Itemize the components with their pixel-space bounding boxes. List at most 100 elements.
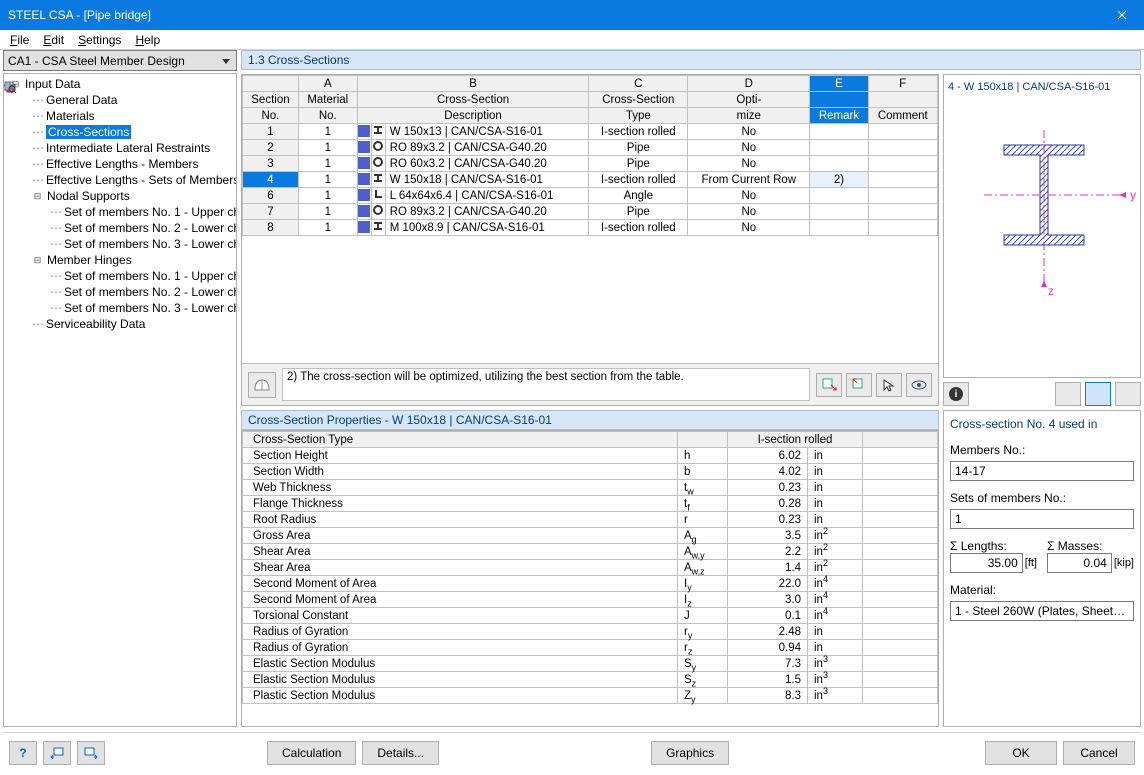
properties-grid[interactable]: Cross-Section TypeI-section rolledSectio… bbox=[241, 430, 939, 727]
tree-item[interactable]: ⋯Intermediate Lateral Restraints bbox=[4, 140, 236, 156]
color-swatch-icon bbox=[358, 157, 370, 169]
property-row[interactable]: Second Moment of AreaIz3.0in4 bbox=[243, 592, 938, 608]
eye-icon bbox=[911, 379, 927, 391]
property-row[interactable]: Shear AreaAw,z1.4in2 bbox=[243, 560, 938, 576]
tree-bullet-icon: ⋯ bbox=[50, 221, 60, 235]
section-shape-icon bbox=[371, 172, 385, 188]
nav-tree[interactable]: ⊟Input Data⋯General Data⋯Materials⋯Cross… bbox=[3, 73, 237, 727]
tree-item[interactable]: ⊟Nodal Supports bbox=[4, 188, 236, 204]
cancel-button[interactable]: Cancel bbox=[1063, 741, 1135, 765]
tree-item[interactable]: ⊟Input Data bbox=[4, 76, 236, 92]
details-button[interactable]: Details... bbox=[362, 741, 439, 765]
ok-button[interactable]: OK bbox=[985, 741, 1057, 765]
menu-file[interactable]: File bbox=[4, 32, 35, 48]
next-button[interactable] bbox=[77, 741, 105, 765]
print-button[interactable] bbox=[1055, 382, 1081, 406]
table-row[interactable]: 81M 100x8.9 | CAN/CSA-S16-01I-section ro… bbox=[243, 220, 938, 236]
tree-item[interactable]: ⋯Set of members No. 1 - Upper chord bbox=[4, 268, 236, 284]
property-row[interactable]: Second Moment of AreaIy22.0in4 bbox=[243, 576, 938, 592]
table-row[interactable]: 31RO 60x3.2 | CAN/CSA-G40.20PipeNo bbox=[243, 156, 938, 172]
tree-bullet-icon: ⋯ bbox=[50, 269, 60, 283]
calculation-button[interactable]: Calculation bbox=[267, 741, 356, 765]
tree-item[interactable]: ⋯Serviceability Data bbox=[4, 316, 236, 332]
tree-bullet-icon: ⋯ bbox=[32, 317, 42, 331]
tree-item[interactable]: ⋯Effective Lengths - Sets of Members bbox=[4, 172, 236, 188]
titlebar: STEEL CSA - [Pipe bridge] bbox=[0, 0, 1144, 30]
property-row[interactable]: Root Radiusr0.23in bbox=[243, 512, 938, 528]
grid-out-icon bbox=[851, 377, 867, 393]
color-swatch-icon bbox=[358, 173, 370, 185]
tree-bullet-icon: ⋯ bbox=[50, 237, 60, 251]
table-row[interactable]: 71RO 89x3.2 | CAN/CSA-G40.20PipeNo bbox=[243, 204, 938, 220]
tree-item[interactable]: ⋯Set of members No. 1 - Upper chord bbox=[4, 204, 236, 220]
section-shape-icon bbox=[371, 188, 385, 204]
property-row[interactable]: Shear AreaAw,y2.2in2 bbox=[243, 544, 938, 560]
view-button[interactable] bbox=[906, 373, 932, 397]
tree-item[interactable]: ⋯General Data bbox=[4, 92, 236, 108]
help-button[interactable]: ? bbox=[9, 741, 37, 765]
window-next-icon bbox=[84, 747, 98, 759]
tree-item[interactable]: ⋯Materials bbox=[4, 108, 236, 124]
expander-icon[interactable]: ⊟ bbox=[32, 255, 43, 266]
close-button[interactable] bbox=[1099, 0, 1144, 30]
export-button[interactable] bbox=[846, 373, 872, 397]
sets-field[interactable]: 1 bbox=[950, 509, 1134, 529]
search-section-icon bbox=[3, 80, 17, 94]
cursor-icon bbox=[882, 378, 896, 392]
cross-sections-grid[interactable]: ABCDEFSectionMaterialCross-SectionCross-… bbox=[241, 74, 939, 406]
tree-bullet-icon: ⋯ bbox=[32, 125, 42, 139]
property-row[interactable]: Radius of Gyrationrz0.94in bbox=[243, 640, 938, 656]
property-row[interactable]: Gross AreaAg3.5in2 bbox=[243, 528, 938, 544]
material-field[interactable]: 1 - Steel 260W (Plates, Sheets, Floor Pl… bbox=[950, 601, 1134, 621]
close-icon bbox=[1117, 10, 1127, 20]
length-field[interactable]: 35.00 bbox=[950, 553, 1023, 573]
property-row[interactable]: Plastic Section ModulusZy8.3in3 bbox=[243, 688, 938, 704]
table-row[interactable]: 41W 150x18 | CAN/CSA-S16-01I-section rol… bbox=[243, 172, 938, 188]
tree-item[interactable]: ⋯Set of members No. 3 - Lower chord 2 bbox=[4, 236, 236, 252]
menu-help[interactable]: Help bbox=[129, 32, 166, 48]
info-button[interactable]: i bbox=[943, 382, 969, 406]
section-shape-icon bbox=[371, 124, 385, 140]
tree-item[interactable]: ⋯Set of members No. 2 - Lower chord 1 bbox=[4, 220, 236, 236]
property-row[interactable]: Web Thicknesstw0.23in bbox=[243, 480, 938, 496]
property-row[interactable]: Flange Thicknesstf0.28in bbox=[243, 496, 938, 512]
dimensions-button[interactable] bbox=[1085, 382, 1111, 406]
import-button[interactable] bbox=[816, 373, 842, 397]
usedin-title: Cross-section No. 4 used in bbox=[950, 417, 1134, 431]
tree-bullet-icon: ⋯ bbox=[32, 141, 42, 155]
table-row[interactable]: 21RO 89x3.2 | CAN/CSA-G40.20PipeNo bbox=[243, 140, 938, 156]
color-swatch-icon bbox=[358, 221, 370, 233]
pick-button[interactable] bbox=[876, 373, 902, 397]
property-row[interactable]: Section Widthb4.02in bbox=[243, 464, 938, 480]
prev-button[interactable] bbox=[43, 741, 71, 765]
tree-item[interactable]: ⋯Set of members No. 2 - Lower chord 1 bbox=[4, 284, 236, 300]
property-row[interactable]: Elastic Section ModulusSz1.5in3 bbox=[243, 672, 938, 688]
section-shape-icon bbox=[371, 204, 385, 220]
property-row[interactable]: Radius of Gyrationry2.48in bbox=[243, 624, 938, 640]
property-row[interactable]: Section Heighth6.02in bbox=[243, 448, 938, 464]
graphics-button[interactable]: Graphics bbox=[651, 741, 729, 765]
property-row[interactable]: Elastic Section ModulusSy7.3in3 bbox=[243, 656, 938, 672]
expander-icon[interactable]: ⊟ bbox=[32, 191, 43, 202]
mass-field[interactable]: 0.04 bbox=[1047, 553, 1112, 573]
members-field[interactable]: 14-17 bbox=[950, 461, 1134, 481]
library-button[interactable] bbox=[248, 372, 276, 398]
module-combo[interactable]: CA1 - CSA Steel Member Design bbox=[3, 50, 237, 71]
section-preview-icon: y z bbox=[944, 105, 1140, 355]
tree-item[interactable]: ⋯Set of members No. 3 - Lower chord 2 bbox=[4, 300, 236, 316]
stress-button[interactable] bbox=[1115, 382, 1141, 406]
tree-item[interactable]: ⋯Cross-Sections bbox=[4, 124, 236, 140]
table-row[interactable]: 11W 150x13 | CAN/CSA-S16-01I-section rol… bbox=[243, 124, 938, 140]
color-swatch-icon bbox=[358, 141, 370, 153]
help-icon: ? bbox=[19, 746, 26, 760]
table-row[interactable]: 61L 64x64x6.4 | CAN/CSA-S16-01AngleNo bbox=[243, 188, 938, 204]
book-icon bbox=[254, 378, 270, 392]
menu-settings[interactable]: Settings bbox=[72, 32, 127, 48]
tree-item[interactable]: ⊟Member Hinges bbox=[4, 252, 236, 268]
menu-edit[interactable]: Edit bbox=[37, 32, 70, 48]
tree-item[interactable]: ⋯Effective Lengths - Members bbox=[4, 156, 236, 172]
property-row[interactable]: Torsional ConstantJ0.1in4 bbox=[243, 608, 938, 624]
window-prev-icon bbox=[50, 747, 64, 759]
tree-bullet-icon: ⋯ bbox=[32, 93, 42, 107]
tree-bullet-icon: ⋯ bbox=[50, 205, 60, 219]
